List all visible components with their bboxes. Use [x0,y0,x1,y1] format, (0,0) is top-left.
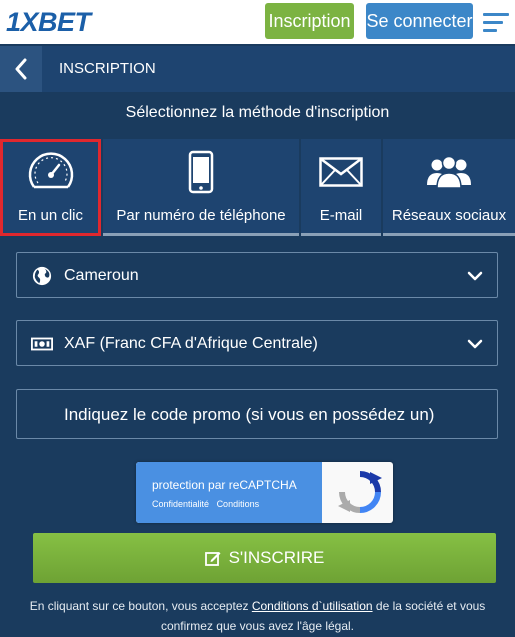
inscription-button[interactable]: Inscription [265,3,354,39]
terms-notice: En cliquant sur ce bouton, vous acceptez… [20,596,495,636]
terms-of-use-link[interactable]: Conditions d`utilisation [252,599,373,613]
chevron-left-icon [15,58,27,80]
tab-label: E-mail [319,207,363,224]
recaptcha-badge[interactable]: protection par reCAPTCHA Confidentialité… [136,462,393,523]
phone-icon [188,150,214,194]
country-select[interactable]: Cameroun [16,252,498,298]
registration-method-tabs: En un clic Par numéro de téléphone E-mai… [0,139,515,236]
register-submit-button[interactable]: S'INSCRIRE [33,533,496,583]
recaptcha-info: protection par reCAPTCHA Confidentialité… [136,462,322,523]
promo-code-input[interactable]: Indiquez le code promo (si vous en possé… [16,389,498,439]
recaptcha-links: Confidentialité Conditions [152,499,264,509]
edit-icon [204,552,221,566]
currency-select[interactable]: XAF (Franc CFA d'Afrique Centrale) [16,320,498,366]
people-icon [427,155,471,189]
recaptcha-privacy-link[interactable]: Confidentialité [152,499,209,509]
country-value: Cameroun [64,267,139,284]
tab-label: En un clic [17,207,84,224]
chevron-down-icon [467,271,483,281]
method-heading: Sélectionnez la méthode d'inscription [125,104,390,121]
top-header: 1XBET Inscription Se connecter [0,0,515,44]
terms-before: En cliquant sur ce bouton, vous acceptez [29,599,252,613]
speedometer-icon [28,152,73,189]
recaptcha-title: protection par reCAPTCHA [152,478,297,492]
envelope-icon [319,157,363,187]
hamburger-menu-icon[interactable] [483,13,509,33]
recaptcha-logo-icon [338,471,382,513]
currency-value: XAF (Franc CFA d'Afrique Centrale) [64,335,318,352]
page-title: INSCRIPTION [59,60,156,77]
page-nav-bar: INSCRIPTION [0,46,515,92]
promo-placeholder: Indiquez le code promo (si vous en possé… [64,405,435,424]
login-button[interactable]: Se connecter [366,3,473,39]
globe-icon [32,266,52,286]
tab-social[interactable]: Réseaux sociaux [383,139,515,236]
brand-logo[interactable]: 1XBET [6,6,91,38]
tab-label: Réseaux sociaux [391,207,507,224]
tab-phone[interactable]: Par numéro de téléphone [103,139,299,236]
submit-label: S'INSCRIRE [228,548,325,567]
back-button[interactable] [0,46,42,92]
banknote-icon [31,337,53,351]
recaptcha-terms-link[interactable]: Conditions [217,499,260,509]
tab-one-click[interactable]: En un clic [0,139,101,236]
chevron-down-icon [467,339,483,349]
tab-email[interactable]: E-mail [301,139,381,236]
tab-label: Par numéro de téléphone [116,207,286,224]
